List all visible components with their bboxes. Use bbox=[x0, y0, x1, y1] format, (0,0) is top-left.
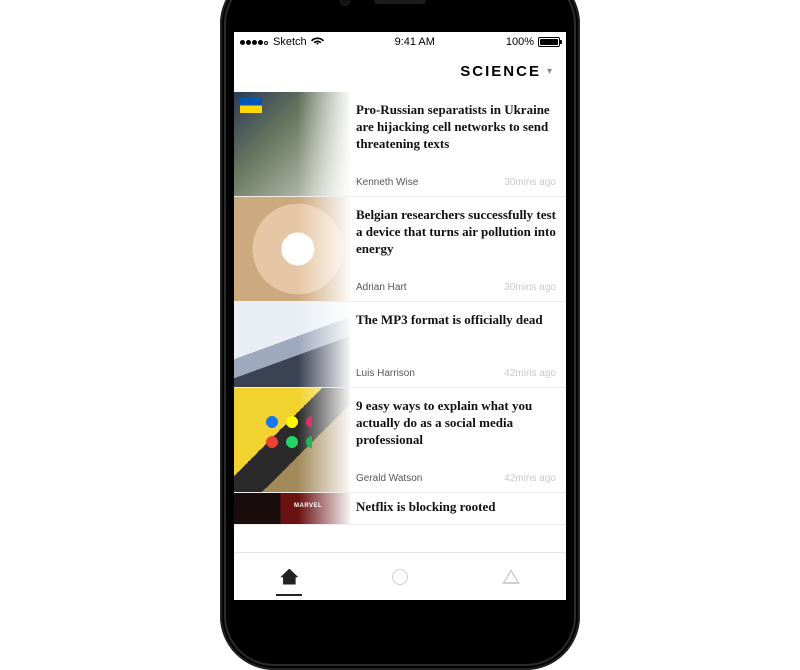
wifi-icon bbox=[311, 36, 324, 48]
article-thumb bbox=[234, 302, 350, 387]
article-author: Gerald Watson bbox=[356, 473, 422, 484]
circle-icon bbox=[392, 569, 408, 585]
article-content: Netflix is blocking rooted bbox=[350, 493, 566, 524]
article-headline: 9 easy ways to explain what you actually… bbox=[356, 398, 556, 449]
article-headline: The MP3 format is officially dead bbox=[356, 312, 556, 329]
article-thumb bbox=[234, 92, 350, 196]
phone-frame: Sketch 9:41 AM 100% SCIENCE ▾ Pro-Russia… bbox=[220, 0, 580, 670]
status-bar: Sketch 9:41 AM 100% bbox=[234, 32, 566, 52]
clock: 9:41 AM bbox=[395, 36, 435, 48]
signal-dots-icon bbox=[240, 36, 269, 48]
phone-speaker bbox=[374, 0, 426, 4]
category-title: SCIENCE bbox=[460, 63, 541, 80]
tab-bar bbox=[234, 552, 566, 600]
article-time: 30mins ago bbox=[504, 177, 556, 188]
triangle-icon bbox=[502, 569, 520, 584]
article-meta: Luis Harrison 42mins ago bbox=[356, 368, 556, 379]
article-content: Belgian researchers successfully test a … bbox=[350, 197, 566, 301]
tab-home[interactable] bbox=[234, 553, 345, 600]
tab-circle[interactable] bbox=[345, 553, 456, 600]
tab-triangle[interactable] bbox=[455, 553, 566, 600]
article-list[interactable]: Pro-Russian separatists in Ukraine are h… bbox=[234, 92, 566, 552]
article-row[interactable]: Netflix is blocking rooted bbox=[234, 493, 566, 525]
chevron-down-icon: ▾ bbox=[547, 66, 552, 77]
article-time: 42mins ago bbox=[504, 473, 556, 484]
article-meta: Kenneth Wise 30mins ago bbox=[356, 177, 556, 188]
article-row[interactable]: Pro-Russian separatists in Ukraine are h… bbox=[234, 92, 566, 197]
article-content: 9 easy ways to explain what you actually… bbox=[350, 388, 566, 492]
article-content: The MP3 format is officially dead Luis Ha… bbox=[350, 302, 566, 387]
article-time: 30mins ago bbox=[504, 282, 556, 293]
article-headline: Netflix is blocking rooted bbox=[356, 499, 556, 516]
article-content: Pro-Russian separatists in Ukraine are h… bbox=[350, 92, 566, 196]
article-thumb bbox=[234, 197, 350, 301]
article-row[interactable]: Belgian researchers successfully test a … bbox=[234, 197, 566, 302]
article-author: Kenneth Wise bbox=[356, 177, 418, 188]
battery-icon bbox=[538, 37, 560, 47]
category-header[interactable]: SCIENCE ▾ bbox=[234, 52, 566, 92]
home-icon bbox=[280, 569, 298, 585]
article-row[interactable]: The MP3 format is officially dead Luis Ha… bbox=[234, 302, 566, 388]
article-headline: Pro-Russian separatists in Ukraine are h… bbox=[356, 102, 556, 153]
article-meta: Gerald Watson 42mins ago bbox=[356, 473, 556, 484]
carrier-label: Sketch bbox=[273, 36, 307, 48]
article-time: 42mins ago bbox=[504, 368, 556, 379]
article-author: Adrian Hart bbox=[356, 282, 407, 293]
article-thumb bbox=[234, 493, 350, 524]
battery-pct: 100% bbox=[506, 36, 534, 48]
article-thumb bbox=[234, 388, 350, 492]
phone-camera bbox=[340, 0, 350, 6]
article-headline: Belgian researchers successfully test a … bbox=[356, 207, 556, 258]
screen: Sketch 9:41 AM 100% SCIENCE ▾ Pro-Russia… bbox=[234, 32, 566, 600]
article-author: Luis Harrison bbox=[356, 368, 415, 379]
article-row[interactable]: 9 easy ways to explain what you actually… bbox=[234, 388, 566, 493]
article-meta: Adrian Hart 30mins ago bbox=[356, 282, 556, 293]
